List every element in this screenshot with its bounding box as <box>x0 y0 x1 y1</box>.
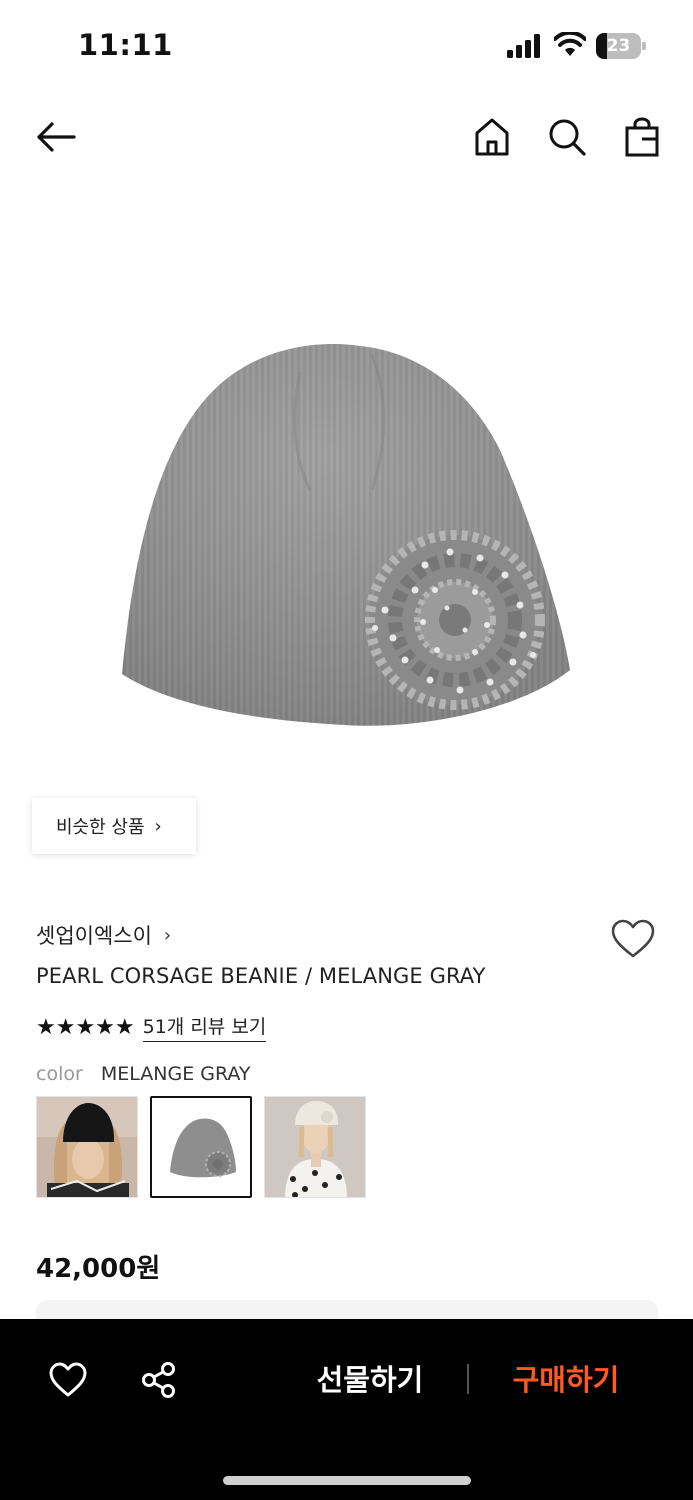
rating-row: ★★★★★ 51개 리뷰 보기 <box>36 1012 267 1042</box>
heart-icon <box>49 1362 87 1397</box>
status-time: 11:11 <box>78 28 173 62</box>
share-button[interactable] <box>136 1358 182 1402</box>
brand-link[interactable]: 셋업이엑스이 › <box>36 920 171 950</box>
product-name: PEARL CORSAGE BEANIE / MELANGE GRAY <box>36 964 486 988</box>
ivory-beanie-thumbnail <box>265 1097 365 1197</box>
bottom-wishlist-button[interactable] <box>44 1358 92 1402</box>
color-row: color MELANGE GRAY <box>36 1063 251 1085</box>
cellular-signal-icon <box>507 34 540 58</box>
gift-button[interactable]: 선물하기 <box>300 1358 440 1402</box>
wifi-icon <box>554 32 586 56</box>
star-rating-icons: ★★★★★ <box>36 1014 135 1040</box>
color-label: color <box>36 1063 83 1085</box>
search-button[interactable] <box>544 114 590 160</box>
bottom-action-bar <box>0 1319 693 1500</box>
corsage-flower <box>365 530 545 710</box>
color-value: MELANGE GRAY <box>100 1063 251 1085</box>
brand-name: 셋업이엑스이 <box>36 924 152 948</box>
status-bar: 11:11 23 <box>0 0 693 92</box>
battery-icon: 23 <box>596 33 646 59</box>
review-link[interactable]: 51개 리뷰 보기 <box>142 1012 267 1042</box>
chevron-right-icon: › <box>154 815 162 837</box>
product-image[interactable] <box>0 190 693 830</box>
chevron-right-icon: › <box>163 924 172 946</box>
wishlist-heart-icon[interactable] <box>610 918 656 960</box>
cart-button[interactable] <box>620 114 664 160</box>
home-button[interactable] <box>470 114 514 160</box>
color-swatches <box>36 1096 366 1198</box>
gray-beanie-thumbnail <box>152 1098 250 1196</box>
back-button[interactable] <box>30 116 82 158</box>
shopping-bag-icon <box>625 117 659 157</box>
search-icon <box>549 119 586 156</box>
swatch-ivory[interactable] <box>264 1096 366 1198</box>
home-icon <box>475 118 509 156</box>
button-divider <box>467 1364 469 1394</box>
arrow-left-icon <box>37 122 76 152</box>
swatch-melange-gray[interactable] <box>150 1096 252 1198</box>
similar-products-label: 비슷한 상품 <box>56 817 145 838</box>
buy-button[interactable]: 구매하기 <box>496 1358 636 1402</box>
home-indicator <box>223 1476 471 1485</box>
beanie-image <box>122 343 570 726</box>
share-icon <box>142 1362 175 1398</box>
similar-products-button[interactable]: 비슷한 상품 › <box>32 798 196 854</box>
black-beanie-thumbnail <box>37 1097 137 1197</box>
swatch-black[interactable] <box>36 1096 138 1198</box>
battery-level: 23 <box>606 36 631 56</box>
product-price: 42,000원 <box>36 1254 161 1284</box>
